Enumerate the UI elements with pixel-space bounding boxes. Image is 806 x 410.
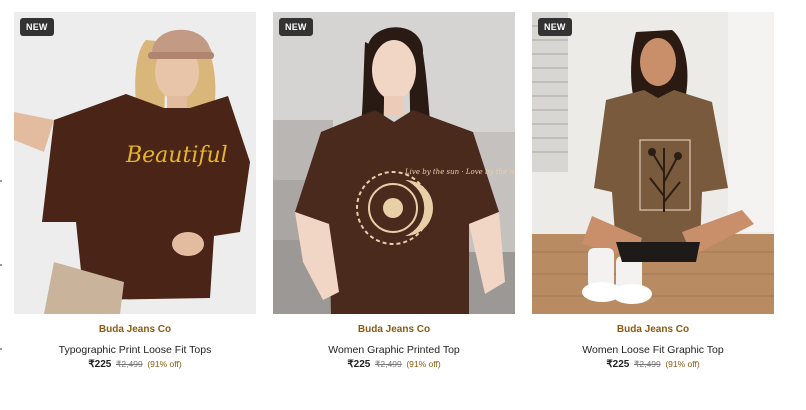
product-name[interactable]: Women Graphic Printed Top [328,344,460,356]
shirt-print-text: Live by the sun · Love by the moon [404,168,515,176]
shirt-print-text: Beautiful [125,143,228,168]
product-mrp: ₹2,499 [116,359,143,369]
product-discount: (91% off) [147,359,182,369]
product-image[interactable]: Live by the sun · Love by the moon NEW [273,12,515,314]
price-row: ₹225 ₹2,499 (91% off) [606,359,699,370]
product-photo-3 [532,12,774,314]
left-edge-marks [0,180,2,350]
product-price: ₹225 [347,359,371,370]
product-price: ₹225 [606,359,630,370]
product-mrp: ₹2,499 [375,359,402,369]
product-discount: (91% off) [406,359,441,369]
product-discount: (91% off) [665,359,700,369]
product-photo-1: Beautiful [14,12,256,314]
product-name[interactable]: Typographic Print Loose Fit Tops [59,344,212,356]
product-image[interactable]: NEW [532,12,774,314]
new-badge: NEW [279,18,313,36]
product-grid-page: Beautiful NEW Buda Jeans Co Typographic … [0,0,806,410]
product-photo-2: Live by the sun · Love by the moon [273,12,515,314]
product-brand[interactable]: Buda Jeans Co [358,324,430,335]
product-card[interactable]: NEW Buda Jeans Co Women Loose Fit Graphi… [532,12,774,370]
product-card[interactable]: Live by the sun · Love by the moon NEW B… [273,12,515,370]
product-name[interactable]: Women Loose Fit Graphic Top [582,344,723,356]
product-price: ₹225 [88,359,112,370]
product-grid: Beautiful NEW Buda Jeans Co Typographic … [14,12,774,370]
product-brand[interactable]: Buda Jeans Co [617,324,689,335]
price-row: ₹225 ₹2,499 (91% off) [88,359,181,370]
new-badge: NEW [538,18,572,36]
price-row: ₹225 ₹2,499 (91% off) [347,359,440,370]
product-card[interactable]: Beautiful NEW Buda Jeans Co Typographic … [14,12,256,370]
new-badge: NEW [20,18,54,36]
product-brand[interactable]: Buda Jeans Co [99,324,171,335]
product-image[interactable]: Beautiful NEW [14,12,256,314]
product-mrp: ₹2,499 [634,359,661,369]
